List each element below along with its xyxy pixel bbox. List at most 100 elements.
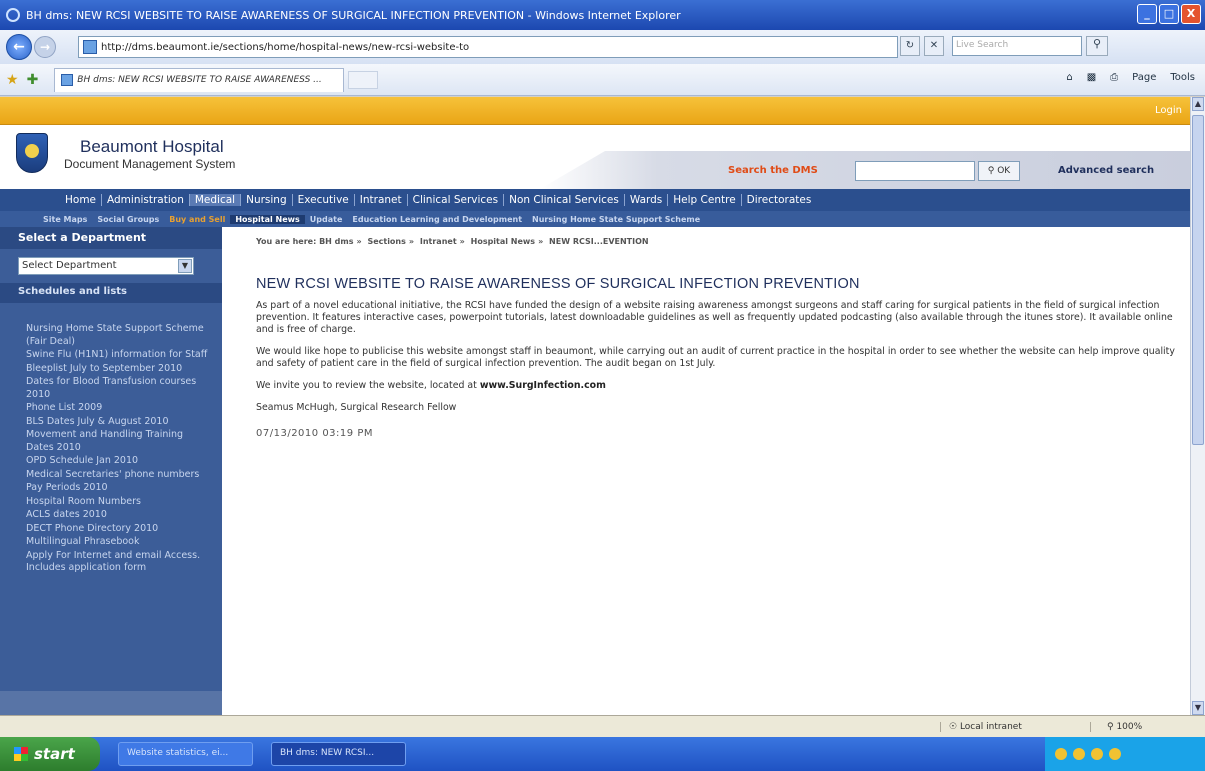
- taskbar-item-active[interactable]: BH dms: NEW RCSI...: [271, 742, 406, 766]
- schedule-link[interactable]: Phone List 2009: [26, 402, 210, 415]
- nav-clinical-services[interactable]: Clinical Services: [406, 194, 503, 206]
- web-page: Login Beaumont Hospital Document Managem…: [0, 97, 1190, 715]
- nav-non-clinical-services[interactable]: Non Clinical Services: [503, 194, 624, 206]
- home-icon[interactable]: ⌂: [1066, 72, 1072, 83]
- article-author: Seamus McHugh, Surgical Research Fellow: [256, 402, 457, 413]
- scroll-thumb[interactable]: [1192, 115, 1204, 445]
- refresh-button[interactable]: ↻: [900, 36, 920, 56]
- website-link[interactable]: www.SurgInfection.com: [480, 380, 606, 391]
- nav-administration[interactable]: Administration: [101, 194, 189, 206]
- select-department-header: Select a Department: [0, 227, 222, 249]
- subnav-social-groups[interactable]: Social Groups: [92, 215, 164, 224]
- tray-icon[interactable]: [1109, 748, 1121, 760]
- breadcrumb-current: NEW RCSI...EVENTION: [549, 237, 649, 246]
- nav-executive[interactable]: Executive: [291, 194, 354, 206]
- taskbar: start Website statistics, ei... BH dms: …: [0, 737, 1205, 771]
- nav-help-centre[interactable]: Help Centre: [667, 194, 740, 206]
- schedule-link[interactable]: Pay Periods 2010: [26, 482, 210, 495]
- schedule-link[interactable]: ACLS dates 2010: [26, 509, 210, 522]
- scroll-up-icon[interactable]: ▲: [1192, 97, 1204, 111]
- advanced-search-link[interactable]: Advanced search: [1058, 165, 1154, 176]
- page-scrollbar[interactable]: ▲ ▼: [1190, 97, 1205, 715]
- favorites-star-icon[interactable]: ★: [6, 72, 19, 88]
- nav-directorates[interactable]: Directorates: [740, 194, 817, 206]
- nav-nursing[interactable]: Nursing: [240, 194, 292, 206]
- breadcrumb-item[interactable]: Sections: [367, 237, 405, 246]
- zoom-level[interactable]: 100%: [1116, 722, 1142, 732]
- tools-menu[interactable]: Tools: [1170, 72, 1195, 83]
- minimize-button[interactable]: _: [1137, 4, 1157, 24]
- command-bar: ⌂ ▩ ⎙ Page Tools: [1066, 72, 1195, 83]
- schedule-link[interactable]: Multilingual Phrasebook: [26, 536, 210, 549]
- search-ok-button[interactable]: ⚲ OK: [978, 161, 1020, 181]
- maximize-button[interactable]: □: [1159, 4, 1179, 24]
- schedule-link[interactable]: Hospital Room Numbers: [26, 496, 210, 509]
- breadcrumb-item[interactable]: Intranet: [420, 237, 457, 246]
- dms-search-input[interactable]: [855, 161, 975, 181]
- site-title: Beaumont Hospital: [80, 137, 224, 156]
- search-go-icon[interactable]: ⚲: [1086, 36, 1108, 56]
- schedule-link[interactable]: Movement and Handling Training Dates 201…: [26, 429, 210, 454]
- tray-icon[interactable]: [1091, 748, 1103, 760]
- schedule-link[interactable]: Dates for Blood Transfusion courses 2010: [26, 376, 210, 401]
- schedule-link[interactable]: DECT Phone Directory 2010: [26, 523, 210, 536]
- start-button[interactable]: start: [0, 737, 100, 771]
- back-button[interactable]: ←: [6, 34, 32, 60]
- windows-flag-icon: [14, 747, 28, 761]
- hospital-crest-logo: [16, 133, 48, 173]
- print-icon[interactable]: ⎙: [1110, 72, 1118, 83]
- scroll-down-icon[interactable]: ▼: [1192, 701, 1204, 715]
- nav-medical[interactable]: Medical: [188, 194, 241, 206]
- chevron-down-icon: ▼: [178, 259, 192, 273]
- nav-intranet[interactable]: Intranet: [353, 194, 407, 206]
- add-favorites-icon[interactable]: ✚: [27, 72, 39, 88]
- system-tray: [1045, 737, 1205, 771]
- feeds-icon[interactable]: ▩: [1087, 72, 1096, 83]
- login-link[interactable]: Login: [1155, 105, 1182, 116]
- article-paragraph: We invite you to review the website, loc…: [256, 380, 1176, 392]
- schedule-link[interactable]: Medical Secretaries' phone numbers: [26, 469, 210, 482]
- address-bar[interactable]: http://dms.beaumont.ie/sections/home/hos…: [78, 36, 898, 58]
- sidebar-footer: [0, 691, 222, 715]
- security-zone: ☉ Local intranet: [940, 721, 1090, 732]
- subnav-education[interactable]: Education Learning and Development: [347, 215, 527, 224]
- breadcrumb-item[interactable]: You are here: BH dms: [256, 237, 353, 246]
- schedule-link[interactable]: Apply For Internet and email Access. Inc…: [26, 550, 210, 575]
- subnav-hospital-news[interactable]: Hospital News: [230, 214, 305, 224]
- schedule-link[interactable]: OPD Schedule Jan 2010: [26, 455, 210, 468]
- tray-icon[interactable]: [1073, 748, 1085, 760]
- close-button[interactable]: X: [1181, 4, 1201, 24]
- subnav-site-maps[interactable]: Site Maps: [38, 215, 92, 224]
- window-title: BH dms: NEW RCSI WEBSITE TO RAISE AWAREN…: [26, 8, 681, 22]
- subnav-nursing-home[interactable]: Nursing Home State Support Scheme: [527, 215, 705, 224]
- schedule-link[interactable]: Swine Flu (H1N1) information for Staff: [26, 349, 210, 362]
- schedule-link[interactable]: Bleeplist July to September 2010: [26, 363, 210, 376]
- taskbar-item[interactable]: Website statistics, ei...: [118, 742, 253, 766]
- site-header: Beaumont Hospital Document Management Sy…: [0, 125, 1190, 189]
- ie-icon: [6, 8, 20, 22]
- subnav-buy-and-sell[interactable]: Buy and Sell: [164, 215, 230, 224]
- schedule-link[interactable]: BLS Dates July & August 2010: [26, 416, 210, 429]
- sub-nav: Site Maps Social Groups Buy and Sell Hos…: [0, 211, 1190, 227]
- schedule-link[interactable]: Nursing Home State Support Scheme (Fair …: [26, 323, 210, 348]
- tray-icon[interactable]: [1055, 748, 1067, 760]
- zoom-control: ⚲ 100%: [1090, 721, 1142, 732]
- article-body: As part of a novel educational initiativ…: [256, 300, 1176, 414]
- forward-button[interactable]: →: [34, 36, 56, 58]
- page-menu[interactable]: Page: [1132, 72, 1156, 83]
- live-search-input[interactable]: Live Search: [952, 36, 1082, 56]
- article-date: 07/13/2010 03:19 PM: [256, 428, 373, 439]
- stop-button[interactable]: ✕: [924, 36, 944, 56]
- breadcrumb-item[interactable]: Hospital News: [471, 237, 535, 246]
- subnav-update[interactable]: Update: [305, 215, 348, 224]
- schedules-list: Nursing Home State Support Scheme (Fair …: [0, 303, 222, 575]
- nav-wards[interactable]: Wards: [623, 194, 667, 206]
- new-tab-button[interactable]: [348, 70, 379, 89]
- tab-page-icon: [61, 74, 74, 86]
- tab-current[interactable]: BH dms: NEW RCSI WEBSITE TO RAISE AWAREN…: [54, 67, 345, 92]
- zone-label: Local intranet: [959, 721, 1022, 732]
- nav-home[interactable]: Home: [60, 194, 101, 206]
- department-select[interactable]: Select Department ▼: [18, 257, 194, 275]
- window-titlebar: BH dms: NEW RCSI WEBSITE TO RAISE AWAREN…: [0, 0, 1205, 30]
- address-toolbar: ← → http://dms.beaumont.ie/sections/home…: [0, 30, 1205, 64]
